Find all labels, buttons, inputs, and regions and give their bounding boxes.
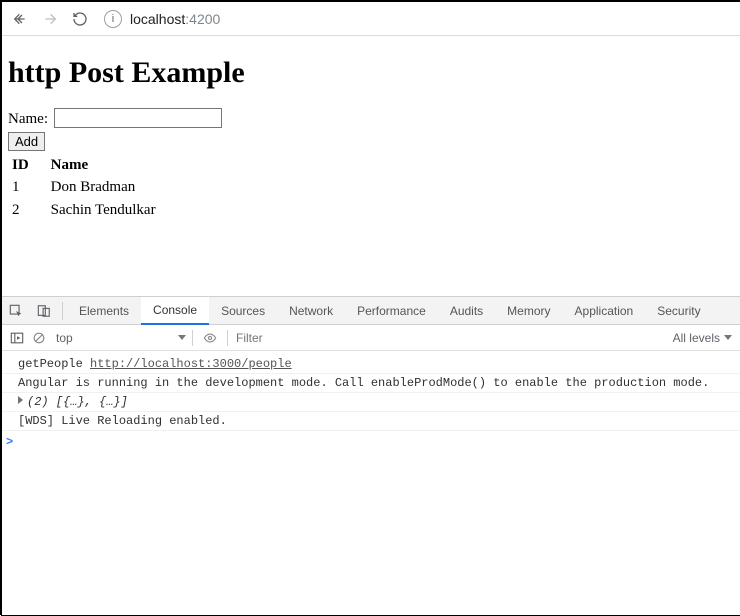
info-glyph: i xyxy=(112,13,114,25)
table-row: 2 Sachin Tendulkar xyxy=(8,199,174,222)
browser-toolbar: i localhost:4200 xyxy=(2,2,740,36)
cell-name: Don Bradman xyxy=(47,176,174,199)
device-icon xyxy=(37,304,51,318)
people-table: ID Name 1 Don Bradman 2 Sachin Tendulkar xyxy=(8,155,174,222)
console-text: getPeople xyxy=(18,357,90,371)
divider xyxy=(62,302,63,320)
console-line: [WDS] Live Reloading enabled. xyxy=(2,412,740,431)
arrow-left-icon xyxy=(12,11,28,27)
sidebar-icon xyxy=(10,331,24,345)
address-bar[interactable]: localhost:4200 xyxy=(130,11,220,27)
log-levels-selector[interactable]: All levels xyxy=(673,331,736,345)
back-button[interactable] xyxy=(8,7,32,31)
name-input[interactable] xyxy=(54,108,222,128)
tab-performance[interactable]: Performance xyxy=(345,297,438,325)
tab-application[interactable]: Application xyxy=(563,297,646,325)
ban-icon xyxy=(32,331,46,345)
url-port: :4200 xyxy=(185,11,220,27)
add-button[interactable]: Add xyxy=(8,132,45,151)
devtools-panel: Elements Console Sources Network Perform… xyxy=(2,296,740,615)
col-header-id: ID xyxy=(8,155,47,176)
tab-console[interactable]: Console xyxy=(141,297,209,325)
tab-memory[interactable]: Memory xyxy=(495,297,562,325)
cell-id: 1 xyxy=(8,176,47,199)
inspect-icon xyxy=(9,304,23,318)
toggle-device-button[interactable] xyxy=(30,297,58,325)
arrow-right-icon xyxy=(42,11,58,27)
tab-elements[interactable]: Elements xyxy=(67,297,141,325)
expand-triangle-icon[interactable] xyxy=(18,396,23,404)
console-output: getPeople http://localhost:3000/people A… xyxy=(2,351,740,615)
site-info-icon[interactable]: i xyxy=(104,10,122,28)
page-title: http Post Example xyxy=(8,56,734,90)
console-sidebar-toggle[interactable] xyxy=(6,327,28,349)
page-content: http Post Example Name: Add ID Name 1 Do… xyxy=(2,36,740,296)
context-label: top xyxy=(56,331,73,345)
console-text: (2) [{…}, {…}] xyxy=(27,395,128,409)
table-row: 1 Don Bradman xyxy=(8,176,174,199)
divider xyxy=(227,330,228,346)
cell-name: Sachin Tendulkar xyxy=(47,199,174,222)
clear-console-button[interactable] xyxy=(28,327,50,349)
name-label: Name: xyxy=(8,111,48,127)
name-form-row: Name: xyxy=(8,108,734,128)
tab-security[interactable]: Security xyxy=(645,297,712,325)
cell-id: 2 xyxy=(8,199,47,222)
eye-icon xyxy=(203,331,217,345)
reload-button[interactable] xyxy=(68,7,92,31)
chevron-down-icon xyxy=(178,335,186,340)
live-expression-button[interactable] xyxy=(199,327,221,349)
tab-network[interactable]: Network xyxy=(277,297,345,325)
chevron-down-icon xyxy=(724,335,732,340)
console-toolbar: top All levels xyxy=(2,325,740,351)
console-line: Angular is running in the development mo… xyxy=(2,374,740,393)
console-link[interactable]: http://localhost:3000/people xyxy=(90,357,292,371)
inspect-element-button[interactable] xyxy=(2,297,30,325)
devtools-tabs: Elements Console Sources Network Perform… xyxy=(2,297,740,325)
console-filter-input[interactable] xyxy=(234,330,673,346)
tab-sources[interactable]: Sources xyxy=(209,297,277,325)
context-selector[interactable]: top xyxy=(56,331,186,345)
forward-button[interactable] xyxy=(38,7,62,31)
reload-icon xyxy=(72,11,88,27)
console-line[interactable]: (2) [{…}, {…}] xyxy=(2,393,740,412)
divider xyxy=(192,330,193,346)
col-header-name: Name xyxy=(47,155,174,176)
tab-audits[interactable]: Audits xyxy=(438,297,495,325)
url-host: localhost xyxy=(130,11,185,27)
console-prompt[interactable]: > xyxy=(2,431,740,449)
levels-label: All levels xyxy=(673,331,720,345)
console-line: getPeople http://localhost:3000/people xyxy=(2,355,740,374)
